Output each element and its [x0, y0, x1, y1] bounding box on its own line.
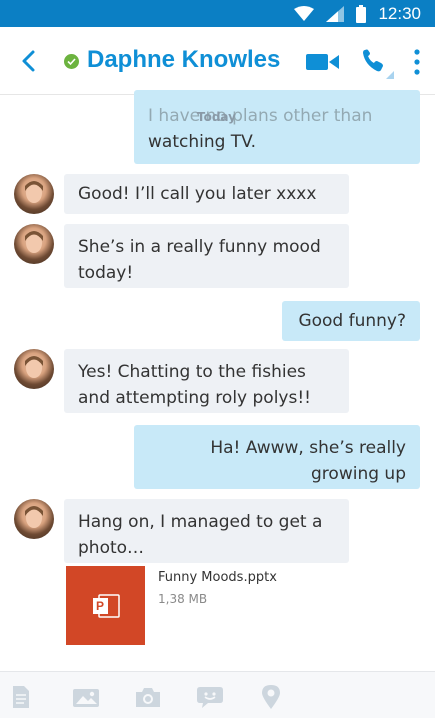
powerpoint-badge: P: [96, 599, 104, 613]
avatar[interactable]: [14, 174, 54, 214]
photo-gallery-icon: [73, 689, 99, 707]
message-line: She’s in a really funny mood: [78, 237, 321, 257]
message-toolbar: [0, 671, 435, 718]
location-icon: [262, 685, 280, 709]
status-time: 12:30: [378, 3, 421, 23]
message-line: Good! I’ll call you later xxxx: [78, 184, 317, 204]
message-line: watching TV.: [148, 132, 257, 152]
message-line: Hang on, I managed to get a: [78, 512, 323, 532]
presence-status-icon: [64, 54, 79, 69]
contact-name[interactable]: Daphne Knowles: [87, 46, 280, 74]
powerpoint-icon: P: [92, 593, 120, 618]
chevron-left-icon: [22, 50, 35, 72]
message-line: today!: [78, 263, 134, 283]
share-location-button[interactable]: [258, 684, 284, 710]
message-bubble-outgoing[interactable]: I have no plans other than watching TV.: [134, 90, 420, 164]
signal-icon: [326, 5, 345, 22]
attachment-file-name[interactable]: Funny Moods.pptx: [158, 570, 277, 585]
date-divider: Today: [197, 110, 236, 124]
message-line: and attempting roly polys!!: [78, 388, 311, 408]
phone-icon: [363, 49, 394, 79]
camera-icon: [136, 688, 160, 707]
message-line: I have no plans other than: [148, 106, 373, 126]
message-bubble-outgoing[interactable]: Ha! Awww, she’s really growing up: [134, 425, 420, 489]
message-line: Ha! Awww, she’s really: [210, 438, 406, 458]
conversation-header: Daphne Knowles: [0, 27, 435, 95]
message-bubble-incoming[interactable]: Good! I’ll call you later xxxx: [64, 174, 349, 214]
emoticon-icon: [197, 687, 223, 708]
chat-screen: 12:30 Daphne Knowles I have no plans oth…: [0, 0, 435, 718]
more-vertical-icon: [414, 49, 420, 75]
message-line: growing up: [311, 464, 406, 484]
battery-icon: [356, 4, 367, 23]
back-button[interactable]: [18, 49, 42, 73]
file-attachment[interactable]: P: [66, 566, 145, 645]
emoticon-button[interactable]: [196, 684, 224, 710]
audio-call-button[interactable]: [360, 47, 396, 81]
wifi-icon: [294, 5, 315, 22]
video-camera-icon: [306, 54, 339, 70]
attachment-file-size: 1,38 MB: [158, 592, 208, 606]
more-options-button[interactable]: [410, 47, 424, 77]
message-bubble-incoming[interactable]: She’s in a really funny mood today!: [64, 224, 349, 288]
avatar[interactable]: [14, 499, 54, 539]
message-line: Yes! Chatting to the fishies: [78, 362, 306, 382]
avatar[interactable]: [14, 349, 54, 389]
send-file-button[interactable]: [8, 684, 34, 710]
message-bubble-incoming[interactable]: Yes! Chatting to the fishies and attempt…: [64, 349, 349, 413]
avatar[interactable]: [14, 224, 54, 264]
camera-button[interactable]: [134, 684, 162, 710]
message-bubble-incoming[interactable]: Hang on, I managed to get a photo…: [64, 499, 349, 563]
status-bar: 12:30: [0, 0, 435, 27]
message-list[interactable]: I have no plans other than watching TV. …: [0, 90, 435, 671]
message-line: Good funny?: [298, 311, 406, 331]
send-photo-button[interactable]: [72, 684, 100, 710]
file-icon: [13, 686, 29, 708]
message-bubble-outgoing[interactable]: Good funny?: [282, 301, 420, 341]
message-line: photo…: [78, 538, 145, 558]
video-call-button[interactable]: [306, 51, 340, 73]
